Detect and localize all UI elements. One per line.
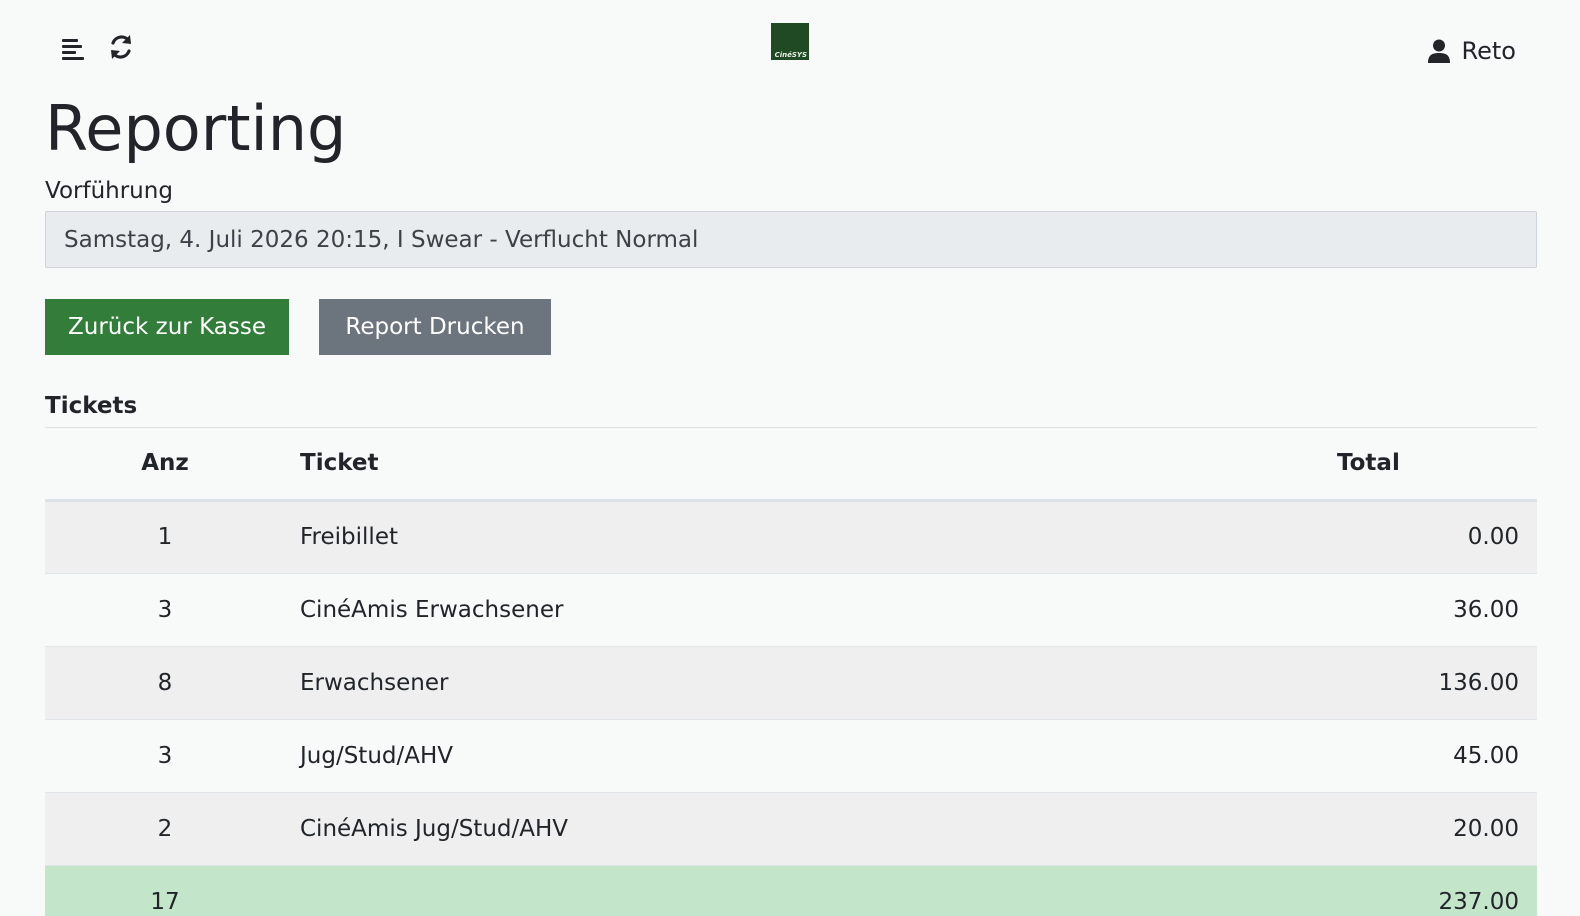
page-title: Reporting	[45, 92, 347, 165]
cell-ticket: CinéAmis Erwachsener	[285, 573, 1337, 647]
total-anz: 17	[45, 864, 285, 916]
cell-total: 136.00	[1337, 646, 1537, 720]
back-to-register-button[interactable]: Zurück zur Kasse	[45, 299, 289, 355]
menu-icon[interactable]	[58, 33, 88, 63]
cell-anz: 3	[45, 719, 285, 793]
user-icon	[1427, 39, 1450, 63]
column-header-ticket: Ticket	[285, 428, 1337, 502]
refresh-icon[interactable]	[106, 32, 136, 62]
cell-total: 0.00	[1337, 500, 1537, 574]
table-row: 1 Freibillet 0.00	[45, 500, 1537, 574]
table-header-row: Anz Ticket Total	[45, 428, 1537, 502]
total-amount: 237.00	[1337, 864, 1537, 916]
cell-ticket: CinéAmis Jug/Stud/AHV	[285, 792, 1337, 866]
print-report-button[interactable]: Report Drucken	[319, 299, 551, 355]
user-name: Reto	[1461, 37, 1516, 65]
app-logo: CinéSYS	[771, 23, 809, 60]
cell-ticket: Erwachsener	[285, 646, 1337, 720]
screening-selected-value: Samstag, 4. Juli 2026 20:15, I Swear - V…	[64, 226, 699, 253]
tickets-table: Anz Ticket Total 1 Freibillet 0.00 3 Cin…	[45, 428, 1537, 916]
table-row: 3 CinéAmis Erwachsener 36.00	[45, 573, 1537, 647]
total-ticket	[285, 864, 1337, 916]
cell-anz: 1	[45, 500, 285, 574]
cell-total: 20.00	[1337, 792, 1537, 866]
cell-anz: 3	[45, 573, 285, 647]
cell-ticket: Jug/Stud/AHV	[285, 719, 1337, 793]
table-row: 2 CinéAmis Jug/Stud/AHV 20.00	[45, 792, 1537, 866]
top-bar: CinéSYS Reto	[0, 0, 1580, 90]
table-total-row: 17 237.00	[45, 864, 1537, 916]
cell-ticket: Freibillet	[285, 500, 1337, 574]
table-row: 3 Jug/Stud/AHV 45.00	[45, 719, 1537, 793]
screening-select[interactable]: Samstag, 4. Juli 2026 20:15, I Swear - V…	[45, 211, 1537, 268]
cell-anz: 2	[45, 792, 285, 866]
logo-text: CinéSYS	[774, 51, 807, 59]
reporting-page: CinéSYS Reto Reporting Vorführung Samsta…	[0, 0, 1580, 916]
user-menu[interactable]: Reto	[1427, 34, 1516, 68]
column-header-total: Total	[1337, 428, 1537, 502]
cell-anz: 8	[45, 646, 285, 720]
screening-label: Vorführung	[45, 178, 173, 204]
cell-total: 45.00	[1337, 719, 1537, 793]
tickets-section-title: Tickets	[45, 393, 138, 419]
table-row: 8 Erwachsener 136.00	[45, 646, 1537, 720]
cell-total: 36.00	[1337, 573, 1537, 647]
column-header-anz: Anz	[45, 428, 285, 502]
